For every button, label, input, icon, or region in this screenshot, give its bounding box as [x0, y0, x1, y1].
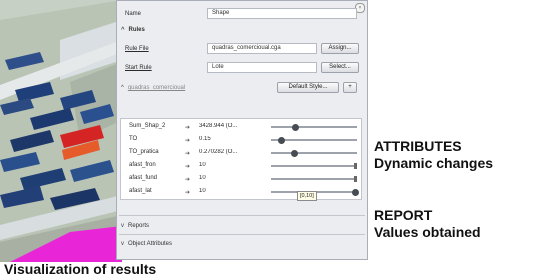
range-tooltip: [0,10] [297, 191, 317, 201]
rule-name-label: quadras_comercioual [127, 85, 186, 91]
attribute-value[interactable]: 3428.944 (O... [199, 123, 255, 129]
connect-arrow-icon[interactable]: ➔ [185, 189, 190, 196]
connect-arrow-icon[interactable]: ➔ [185, 150, 190, 157]
attribute-name: Sum_Shap_2 [129, 123, 166, 129]
attributes-title: ATTRIBUTES [374, 138, 462, 154]
select-button[interactable]: Select... [321, 62, 359, 73]
slider-thumb[interactable] [352, 189, 359, 196]
chevron-down-icon: v [121, 241, 124, 247]
connect-arrow-icon[interactable]: ➔ [185, 163, 190, 170]
rules-header-label: Rules [128, 27, 145, 33]
slider-thumb[interactable] [278, 137, 286, 144]
name-label: Name [125, 11, 142, 17]
attribute-row: afast_lat ➔ 10 [121, 188, 361, 197]
inspector-panel: × Name Shape ^ Rules Rule File quadras_co… [116, 0, 368, 260]
attribute-row: Sum_Shap_2 ➔ 3428.944 (O... [121, 123, 361, 132]
object-attributes-section-header[interactable]: v Object Attributes [121, 241, 172, 247]
slider-thumb[interactable] [291, 150, 299, 157]
chevron-down-icon: v [121, 223, 124, 229]
assign-button[interactable]: Assign... [321, 43, 359, 54]
default-style-button[interactable]: Default Style... [277, 82, 339, 93]
connect-arrow-icon[interactable]: ➔ [185, 137, 190, 144]
attribute-slider[interactable] [271, 163, 357, 169]
rules-section-header[interactable]: ^ Rules [121, 27, 145, 33]
divider [119, 234, 365, 235]
attribute-value[interactable]: 10 [199, 175, 255, 181]
attribute-value[interactable]: 0.270282 (O... [199, 149, 255, 155]
attribute-slider[interactable] [271, 176, 357, 182]
connect-arrow-icon[interactable]: ➔ [185, 124, 190, 131]
attribute-slider[interactable] [271, 124, 357, 131]
start-rule-field[interactable]: Lote [207, 62, 317, 73]
reports-section-header[interactable]: v Reports [121, 223, 149, 229]
caption: Visualization of results [4, 261, 157, 277]
attribute-row: afast_fund ➔ 10 [121, 175, 361, 184]
attributes-table: Sum_Shap_2 ➔ 3428.944 (O... TO ➔ 0.15 TO_prati… [120, 118, 362, 200]
attribute-name: TO [129, 136, 138, 142]
city-model-render [0, 0, 122, 262]
start-rule-label[interactable]: Start Rule [125, 65, 152, 71]
slider-thumb[interactable] [354, 163, 357, 169]
attribute-row: afast_fron ➔ 10 [121, 162, 361, 171]
name-field[interactable]: Shape [207, 8, 357, 19]
attribute-value[interactable]: 0.15 [199, 136, 255, 142]
connect-arrow-icon[interactable]: ➔ [185, 176, 190, 183]
rule-section-header[interactable]: ^ quadras_comercioual [121, 85, 185, 91]
rule-file-field[interactable]: quadras_comercioual.cga [207, 43, 317, 54]
reports-header-label: Reports [128, 223, 150, 229]
report-subtitle: Values obtained [374, 224, 481, 240]
attribute-name: afast_fund [129, 175, 158, 181]
slider-thumb[interactable] [354, 176, 357, 182]
report-title: REPORT [374, 207, 433, 223]
3d-viewport[interactable] [0, 0, 122, 262]
attribute-value[interactable]: 10 [199, 188, 255, 194]
attribute-slider[interactable] [271, 150, 357, 157]
attribute-name: TO_pratica [129, 149, 159, 155]
divider [119, 215, 365, 216]
attribute-name: afast_fron [129, 162, 156, 168]
attribute-name: afast_lat [129, 188, 152, 194]
attribute-row: TO ➔ 0.15 [121, 136, 361, 145]
rule-file-label[interactable]: Rule File [125, 46, 149, 52]
attribute-value[interactable]: 10 [199, 162, 255, 168]
attribute-slider[interactable] [271, 137, 357, 144]
attributes-subtitle: Dynamic changes [374, 155, 494, 171]
add-button[interactable]: + [343, 82, 357, 93]
chevron-up-icon: ^ [121, 85, 124, 91]
attribute-row: TO_pratica ➔ 0.270282 (O... [121, 149, 361, 158]
chevron-up-icon: ^ [121, 27, 125, 33]
slider-thumb[interactable] [292, 124, 300, 131]
object-attributes-header-label: Object Attributes [128, 241, 173, 247]
